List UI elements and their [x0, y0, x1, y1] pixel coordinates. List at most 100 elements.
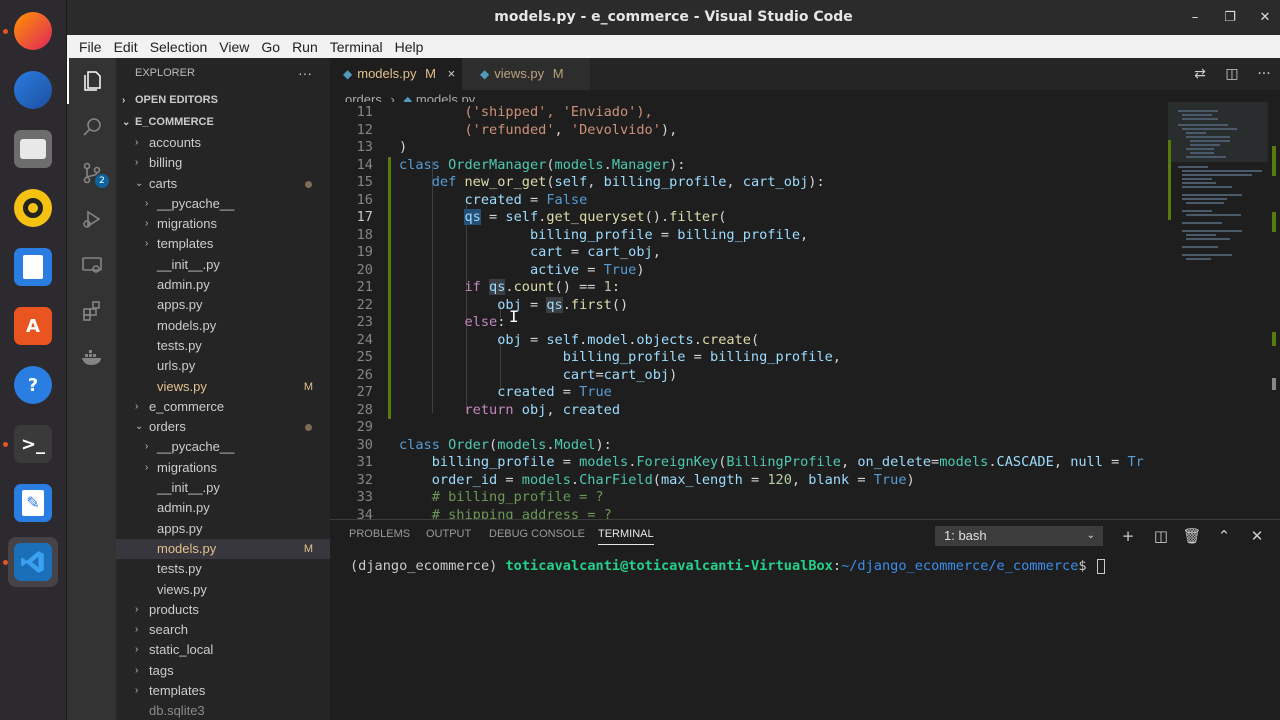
- folder-item[interactable]: › __pycache__: [116, 194, 330, 214]
- menu-run[interactable]: Run: [286, 39, 324, 55]
- code-line[interactable]: 23 else:: [330, 314, 1168, 332]
- tab-terminal[interactable]: TERMINAL: [598, 528, 654, 545]
- maximize-button[interactable]: ❐: [1215, 0, 1245, 35]
- split-terminal-icon[interactable]: ◫: [1149, 525, 1173, 547]
- folder-item[interactable]: › products: [116, 600, 330, 620]
- menu-terminal[interactable]: Terminal: [324, 39, 389, 55]
- text-editor-icon[interactable]: ✎: [8, 478, 58, 528]
- firefox-icon[interactable]: [8, 6, 58, 56]
- minimap[interactable]: [1168, 102, 1268, 519]
- code-line[interactable]: 32 order_id = models.CharField(max_lengt…: [330, 472, 1168, 490]
- editor-scrollbar[interactable]: [1268, 102, 1280, 519]
- minimize-button[interactable]: –: [1180, 0, 1210, 35]
- tab-output[interactable]: OUTPUT: [426, 528, 471, 540]
- writer-icon[interactable]: [8, 242, 58, 292]
- help-icon[interactable]: ?: [8, 360, 58, 410]
- source-control-icon[interactable]: 2: [67, 150, 116, 196]
- menu-selection[interactable]: Selection: [144, 39, 214, 55]
- code-editor[interactable]: 11 ('shipped', 'Enviado'), 12 ('refunded'…: [330, 102, 1168, 519]
- file-item[interactable]: models.py M: [116, 538, 330, 560]
- code-line[interactable]: 16 created = False: [330, 192, 1168, 210]
- maximize-panel-icon[interactable]: ⌃: [1212, 525, 1236, 547]
- code-line[interactable]: 22 obj = qs.first(): [330, 296, 1168, 315]
- file-item[interactable]: db.sqlite3: [116, 701, 330, 720]
- code-line[interactable]: 20 active = True): [330, 262, 1168, 280]
- docker-icon[interactable]: [67, 334, 116, 380]
- split-editor-icon[interactable]: ◫: [1216, 66, 1248, 82]
- more-actions-icon[interactable]: ···: [1248, 66, 1280, 82]
- folder-item[interactable]: › tags: [116, 661, 330, 681]
- close-window-button[interactable]: ✕: [1250, 0, 1280, 35]
- code-line[interactable]: 12 ('refunded', 'Devolvido'),: [330, 122, 1168, 140]
- file-item[interactable]: models.py: [116, 316, 330, 336]
- folder-item[interactable]: › __pycache__: [116, 437, 330, 457]
- open-editors-section[interactable]: › OPEN EDITORS: [116, 89, 330, 111]
- code-line[interactable]: 17 qs = self.get_queryset().filter(: [330, 209, 1168, 227]
- files-icon[interactable]: [8, 124, 58, 174]
- menu-file[interactable]: File: [73, 39, 108, 55]
- file-item[interactable]: __init__.py: [116, 255, 330, 275]
- thunderbird-icon[interactable]: [8, 65, 58, 115]
- folder-item[interactable]: › accounts: [116, 133, 330, 153]
- code-line[interactable]: 18 billing_profile = billing_profile,: [330, 227, 1168, 245]
- terminal-icon[interactable]: >_: [8, 419, 58, 469]
- tab-close-icon[interactable]: ×: [448, 66, 456, 81]
- trash-icon[interactable]: 🗑: [1180, 525, 1204, 547]
- new-terminal-icon[interactable]: +: [1116, 525, 1140, 547]
- code-line[interactable]: 27 created = True: [330, 384, 1168, 402]
- code-line[interactable]: 25 billing_profile = billing_profile,: [330, 349, 1168, 367]
- menu-help[interactable]: Help: [389, 39, 430, 55]
- file-item[interactable]: views.py M: [116, 377, 330, 397]
- folder-item[interactable]: › templates: [116, 234, 330, 254]
- file-item[interactable]: tests.py: [116, 559, 330, 579]
- terminal-select[interactable]: 1: bash ⌄: [935, 526, 1103, 546]
- folder-item[interactable]: › migrations: [116, 458, 330, 478]
- software-center-icon[interactable]: A: [8, 301, 58, 351]
- open-changes-icon[interactable]: ⇄: [1184, 66, 1216, 82]
- remote-explorer-icon[interactable]: [67, 242, 116, 288]
- code-line[interactable]: 26 cart=cart_obj): [330, 367, 1168, 385]
- explorer-icon[interactable]: [67, 58, 116, 104]
- code-line[interactable]: 30 class Order(models.Model):: [330, 437, 1168, 455]
- tab-models-py[interactable]: ◆ models.py M ×: [330, 58, 462, 90]
- vscode-icon[interactable]: [8, 537, 58, 587]
- file-item[interactable]: views.py: [116, 580, 330, 600]
- close-panel-icon[interactable]: ✕: [1245, 525, 1269, 547]
- code-line[interactable]: 15 def new_or_get(self, billing_profile,…: [330, 174, 1168, 192]
- code-line[interactable]: 11 ('shipped', 'Enviado'),: [330, 104, 1168, 122]
- search-icon[interactable]: [67, 104, 116, 150]
- code-line[interactable]: 29: [330, 419, 1168, 437]
- folder-item[interactable]: › templates: [116, 681, 330, 701]
- workspace-root[interactable]: ⌄ E_COMMERCE: [116, 111, 330, 133]
- folder-item[interactable]: ⌄ orders: [116, 417, 330, 437]
- menu-edit[interactable]: Edit: [108, 39, 144, 55]
- folder-item[interactable]: › search: [116, 620, 330, 640]
- file-item[interactable]: admin.py: [116, 275, 330, 295]
- extensions-icon[interactable]: [67, 288, 116, 334]
- code-line[interactable]: 31 billing_profile = models.ForeignKey(B…: [330, 454, 1168, 472]
- folder-item[interactable]: ⌄ carts: [116, 174, 330, 194]
- folder-item[interactable]: › static_local: [116, 640, 330, 660]
- file-item[interactable]: urls.py: [116, 356, 330, 376]
- code-line[interactable]: 14 class OrderManager(models.Manager):: [330, 157, 1168, 175]
- run-debug-icon[interactable]: [67, 196, 116, 242]
- tab-debug-console[interactable]: DEBUG CONSOLE: [489, 528, 585, 540]
- rhythmbox-icon[interactable]: [8, 183, 58, 233]
- file-item[interactable]: admin.py: [116, 498, 330, 518]
- code-line[interactable]: 13): [330, 139, 1168, 157]
- folder-item[interactable]: › billing: [116, 153, 330, 173]
- code-line[interactable]: 24 obj = self.model.objects.create(: [330, 332, 1168, 350]
- folder-item[interactable]: › e_commerce: [116, 397, 330, 417]
- terminal-output[interactable]: (django_ecommerce) toticavalcanti@totica…: [350, 558, 1105, 574]
- code-line[interactable]: 28 return obj, created: [330, 402, 1168, 420]
- code-line[interactable]: 19 cart = cart_obj,: [330, 244, 1168, 262]
- menu-view[interactable]: View: [213, 39, 255, 55]
- menu-go[interactable]: Go: [255, 39, 286, 55]
- tab-views-py[interactable]: ◆ views.py M: [462, 58, 590, 90]
- code-line[interactable]: 34 # shipping_address = ?: [330, 507, 1168, 520]
- file-item[interactable]: tests.py: [116, 336, 330, 356]
- tab-problems[interactable]: PROBLEMS: [349, 528, 410, 540]
- file-item[interactable]: __init__.py: [116, 478, 330, 498]
- file-item[interactable]: apps.py: [116, 519, 330, 539]
- code-line[interactable]: 33 # billing_profile = ?: [330, 489, 1168, 507]
